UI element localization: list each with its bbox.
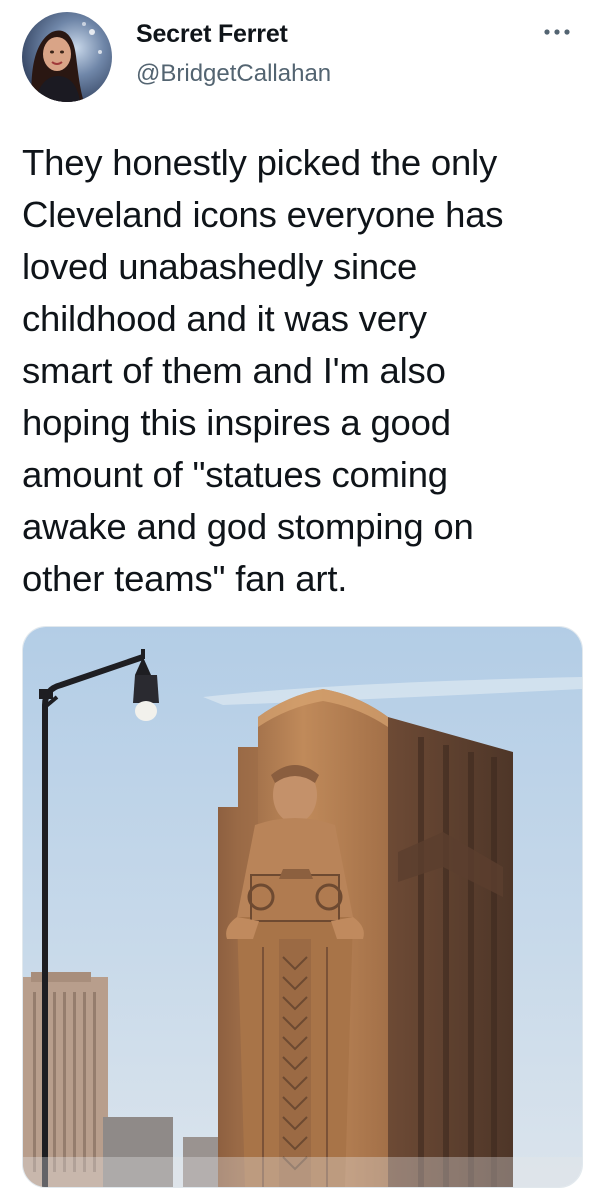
- author-handle[interactable]: @BridgetCallahan: [136, 60, 331, 88]
- tweet: Secret Ferret @BridgetCallahan They hone…: [0, 0, 599, 1188]
- more-horizontal-icon: [544, 29, 570, 35]
- tweet-text: They honestly picked the only Cleveland …: [22, 142, 504, 599]
- author-display-name[interactable]: Secret Ferret: [136, 20, 288, 49]
- more-options-button[interactable]: [537, 20, 577, 44]
- tweet-photo[interactable]: [22, 626, 583, 1188]
- avatar-image: [22, 12, 112, 102]
- guardian-statue-photo: [23, 627, 582, 1187]
- author-avatar[interactable]: [22, 12, 112, 102]
